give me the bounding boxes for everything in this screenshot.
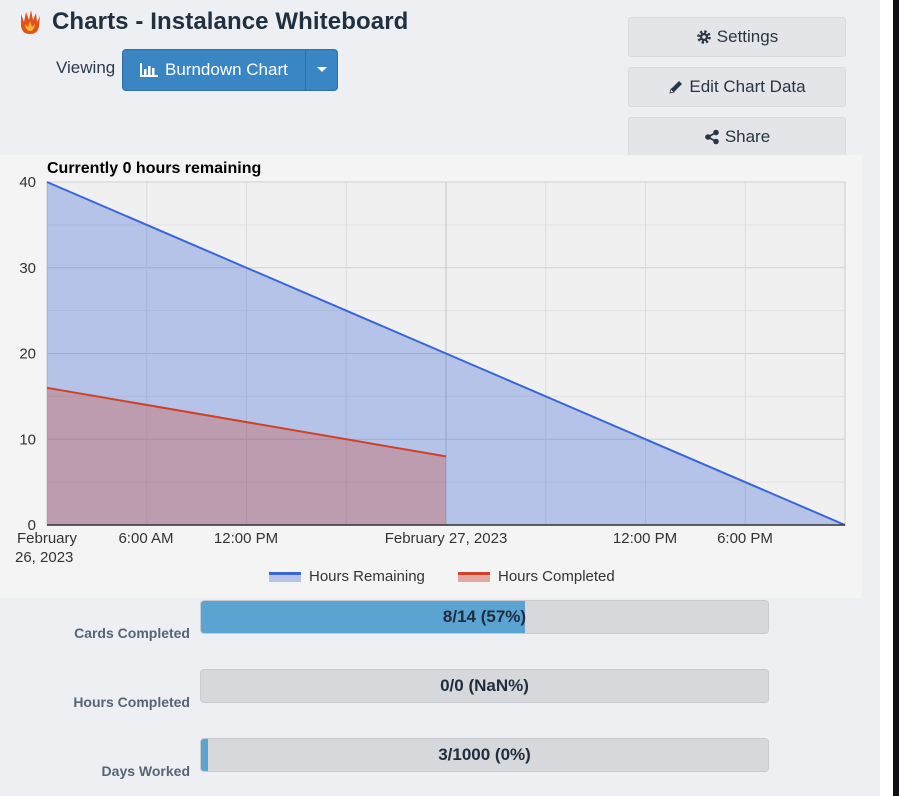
hours-progress-text: 0/0 (NaN%) bbox=[440, 676, 529, 695]
hours-progress-bar: 0/0 (NaN%) bbox=[200, 669, 769, 703]
legend-swatch-completed bbox=[458, 571, 490, 582]
y-tick-label: 40 bbox=[19, 174, 36, 191]
cards-progress-text: 8/14 (57%) bbox=[442, 607, 527, 626]
days-progress-text: 3/1000 (0%) bbox=[438, 745, 531, 764]
x-tick-label: 12:00 PM bbox=[613, 530, 677, 547]
legend-item-remaining[interactable]: Hours Remaining bbox=[269, 568, 425, 585]
legend-label-completed: Hours Completed bbox=[498, 568, 615, 585]
x-tick-label: 6:00 PM bbox=[717, 530, 773, 547]
chart-title: Currently 0 hours remaining bbox=[47, 160, 262, 177]
cards-progress-bar: 8/14 (57%) bbox=[200, 600, 769, 634]
y-tick-label: 10 bbox=[19, 431, 36, 448]
x-tick-label-cont: 26, 2023 bbox=[15, 549, 73, 566]
stat-label-cards: Cards Completed bbox=[74, 625, 190, 641]
x-tick-label: 12:00 PM bbox=[214, 530, 278, 547]
x-tick-label: February 27, 2023 bbox=[385, 530, 508, 547]
x-tick-label: February bbox=[17, 530, 78, 547]
legend-label-remaining: Hours Remaining bbox=[309, 568, 425, 585]
y-tick-label: 20 bbox=[19, 346, 36, 363]
legend-item-completed[interactable]: Hours Completed bbox=[458, 568, 615, 585]
legend-swatch-remaining bbox=[269, 571, 301, 582]
x-tick-label: 6:00 AM bbox=[118, 530, 173, 547]
days-progress-bar: 3/1000 (0%) bbox=[200, 738, 769, 772]
stat-label-days: Days Worked bbox=[101, 763, 190, 779]
y-tick-label: 30 bbox=[19, 260, 36, 277]
stat-label-hours: Hours Completed bbox=[73, 694, 190, 710]
